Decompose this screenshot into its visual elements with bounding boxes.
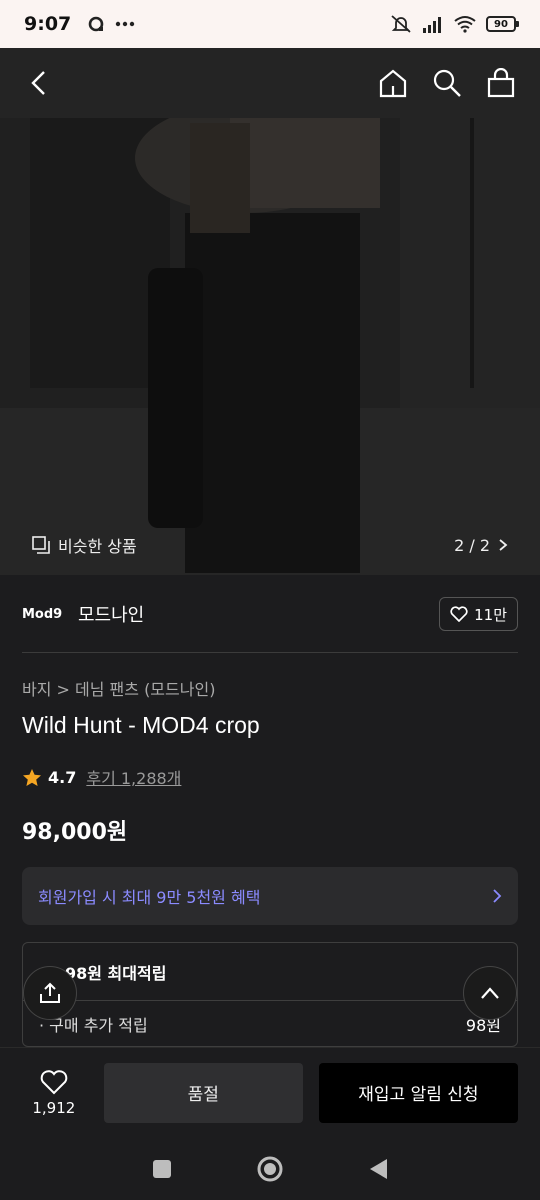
system-nav-bar [0,1137,540,1200]
back-button[interactable] [22,66,56,100]
reviews-link[interactable]: 후기 1,288개 [86,765,181,789]
home-nav-icon[interactable] [256,1155,284,1183]
search-icon [433,69,461,97]
points-row: · 구매 추가 적립 98원 [23,1001,517,1046]
app-notification-icon [88,16,104,32]
recents-icon[interactable] [151,1158,173,1180]
wifi-icon [454,16,476,33]
signup-benefit-text: 회원가입 시 최대 9만 5천원 혜택 [38,888,261,907]
chevron-right-icon [493,889,502,903]
brand-logo: Mod9 [22,606,63,622]
purchase-bar: 1,912 품절 재입고 알림 신청 [0,1047,540,1137]
similar-products-button[interactable]: 비슷한 상품 [32,533,137,557]
similar-icon [32,536,50,554]
points-header-text: 98원 최대적립 [65,963,167,983]
heart-icon [450,606,468,622]
brand-like-count: 11만 [474,605,507,624]
wishlist-count: 1,912 [32,1098,76,1117]
brand-name[interactable]: 모드나인 [78,601,144,627]
divider [22,652,518,653]
share-button[interactable] [23,966,77,1020]
share-icon [40,982,60,1003]
soldout-button[interactable]: 품절 [103,1062,303,1123]
back-icon [31,71,45,95]
category-breadcrumb[interactable]: 바지 > 데님 팬츠 (모드나인) [22,676,215,700]
status-time: 9:07 [24,13,72,35]
signal-icon [423,17,441,33]
home-button[interactable] [376,66,410,100]
product-photo [0,118,540,575]
status-bar: 9:07 90 [0,0,540,48]
points-panel: 98원 최대적립 · 구매 추가 적립 98원 [22,942,518,1047]
product-price: 98,000원 [22,820,128,845]
chevron-right-icon [499,539,508,551]
heart-icon [40,1069,68,1094]
cart-button[interactable] [484,66,518,100]
cart-icon [487,68,515,98]
star-icon [23,768,41,786]
wishlist-button[interactable]: 1,912 [22,1069,86,1117]
more-dots-icon [116,21,135,27]
restock-alert-button[interactable]: 재입고 알림 신청 [318,1062,518,1123]
scroll-top-button[interactable] [463,966,517,1020]
product-image-gallery[interactable]: 비슷한 상품 2 / 2 [0,118,540,575]
image-pager[interactable]: 2 / 2 [454,536,508,555]
battery-icon: 90 [486,16,519,32]
brand-row[interactable]: Mod9 모드나인 11만 [22,592,518,636]
rating-row: 4.7 후기 1,288개 [22,765,181,789]
similar-products-label: 비슷한 상품 [58,537,137,556]
image-pager-count: 2 / 2 [454,535,490,555]
signup-benefit-banner[interactable]: 회원가입 시 최대 9만 5천원 혜택 [22,867,518,925]
gallery-footer: 비슷한 상품 2 / 2 [0,515,540,575]
home-icon [379,69,407,98]
back-nav-icon[interactable] [367,1157,389,1181]
rating-value: 4.7 [48,767,77,787]
top-app-bar [0,48,540,118]
brand-like-button[interactable]: 11만 [439,597,518,631]
points-header[interactable]: 98원 최대적립 [23,943,517,1001]
search-button[interactable] [430,66,464,100]
mute-icon [391,15,411,33]
chevron-up-icon [481,987,499,999]
product-title: Wild Hunt - MOD4 crop [22,712,260,738]
